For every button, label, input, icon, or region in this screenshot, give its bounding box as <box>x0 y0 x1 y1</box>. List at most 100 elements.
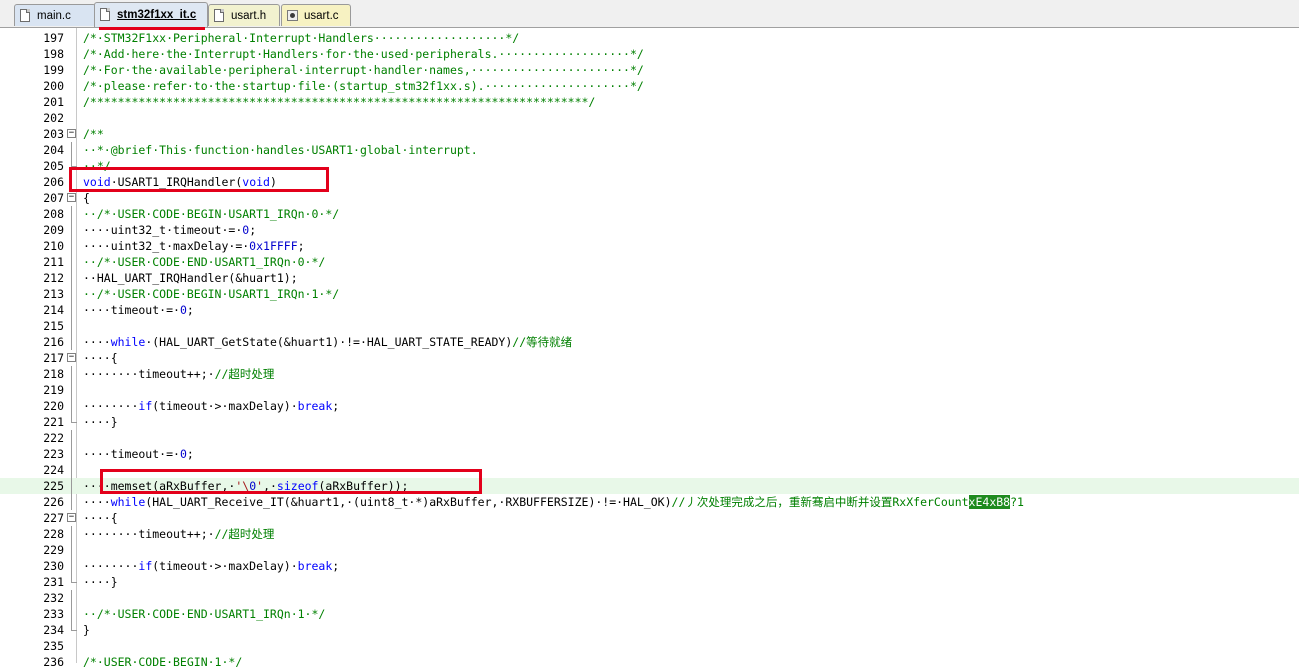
code-line[interactable]: 210 ····uint32_t·maxDelay·=·0x1FFFF; <box>0 238 1299 254</box>
fold-guide <box>71 334 72 350</box>
code-line[interactable]: 207−{ <box>0 190 1299 206</box>
code-line[interactable]: 205 ··*/ <box>0 158 1299 174</box>
line-number: 221 <box>43 415 64 429</box>
fold-guide <box>71 398 72 414</box>
fold-end-marker <box>71 574 77 583</box>
code-line[interactable]: 218 ········timeout++;·//超时处理 <box>0 366 1299 382</box>
line-number: 206 <box>43 175 64 189</box>
code-line[interactable]: 236 /*·USER·CODE·BEGIN·1·*/ <box>0 654 1299 670</box>
code-line[interactable]: 212 ··HAL_UART_IRQHandler(&huart1); <box>0 270 1299 286</box>
code-text: /*·Add·here·the·Interrupt·Handlers·for·t… <box>83 47 644 61</box>
tab-usart-h[interactable]: usart.h <box>208 4 280 26</box>
code-line[interactable]: 204 ··*·@brief·This·function·handles·USAR… <box>0 142 1299 158</box>
code-line[interactable]: 233 ··/*·USER·CODE·END·USART1_IRQn·1·*/ <box>0 606 1299 622</box>
code-line[interactable]: 235 <box>0 638 1299 654</box>
code-editor[interactable]: 197 /*·STM32F1xx·Peripheral·Interrupt·Han… <box>0 28 1299 669</box>
fold-guide <box>71 478 72 494</box>
code-line[interactable]: 214 ····timeout·=·0; <box>0 302 1299 318</box>
line-number: 226 <box>43 495 64 509</box>
line-number: 236 <box>43 655 64 669</box>
fold-guide <box>71 446 72 462</box>
fold-guide <box>71 494 72 510</box>
code-text: ··*·@brief·This·function·handles·USART1·… <box>83 143 478 157</box>
tab-label: stm32f1xx_it.c <box>117 9 197 21</box>
code-line[interactable]: 202 <box>0 110 1299 126</box>
tab-main-c[interactable]: main.c <box>14 4 96 26</box>
code-text: ····{ <box>83 351 118 365</box>
fold-guide <box>71 254 72 270</box>
code-line[interactable]: 229 <box>0 542 1299 558</box>
line-number: 231 <box>43 575 64 589</box>
code-line[interactable]: 230 ········if(timeout·>·maxDelay)·break; <box>0 558 1299 574</box>
line-number: 233 <box>43 607 64 621</box>
code-line[interactable]: 209 ····uint32_t·timeout·=·0; <box>0 222 1299 238</box>
code-text: ··/*·USER·CODE·BEGIN·USART1_IRQn·0·*/ <box>83 207 340 221</box>
code-line[interactable]: 213 ··/*·USER·CODE·BEGIN·USART1_IRQn·1·*/ <box>0 286 1299 302</box>
code-line[interactable]: 227− ····{ <box>0 510 1299 526</box>
code-line[interactable]: 200 /*·please·refer·to·the·startup·file·(… <box>0 78 1299 94</box>
tab-usart-c[interactable]: usart.c <box>281 4 351 26</box>
line-number: 218 <box>43 367 64 381</box>
code-line[interactable]: 211 ··/*·USER·CODE·END·USART1_IRQn·0·*/ <box>0 254 1299 270</box>
code-text: /*·USER·CODE·BEGIN·1·*/ <box>83 655 243 669</box>
code-line[interactable]: 225 ····memset(aRxBuffer,·'\0',·sizeof(aR… <box>0 478 1299 494</box>
line-number: 225 <box>43 479 64 493</box>
code-line[interactable]: 201 /************************************… <box>0 94 1299 110</box>
code-line[interactable]: 223 ····timeout·=·0; <box>0 446 1299 462</box>
fold-collapse-icon[interactable]: − <box>67 193 76 202</box>
fold-end-marker <box>71 414 77 423</box>
tab-stm32f1xx-it-c[interactable]: stm32f1xx_it.c <box>94 2 208 27</box>
code-line[interactable]: 228 ········timeout++;·//超时处理 <box>0 526 1299 542</box>
code-line[interactable]: 226 ····while(HAL_UART_Receive_IT(&huart1… <box>0 494 1299 510</box>
line-number: 213 <box>43 287 64 301</box>
line-number: 198 <box>43 47 64 61</box>
code-line[interactable]: 219 <box>0 382 1299 398</box>
fold-guide <box>71 302 72 318</box>
code-text: ····uint32_t·maxDelay·=·0x1FFFF; <box>83 239 305 253</box>
line-number: 223 <box>43 447 64 461</box>
c-file-icon <box>20 9 30 22</box>
line-number: 220 <box>43 399 64 413</box>
line-number: 204 <box>43 143 64 157</box>
code-text: ········if(timeout·>·maxDelay)·break; <box>83 399 340 413</box>
code-line[interactable]: 222 <box>0 430 1299 446</box>
code-text: } <box>83 623 90 637</box>
code-line[interactable]: 206 void·USART1_IRQHandler(void) <box>0 174 1299 190</box>
code-line[interactable]: 199 /*·For·the·available·peripheral·inter… <box>0 62 1299 78</box>
fold-guide <box>71 526 72 542</box>
fold-collapse-icon[interactable]: − <box>67 513 76 522</box>
code-line[interactable]: 197 /*·STM32F1xx·Peripheral·Interrupt·Han… <box>0 30 1299 46</box>
code-line[interactable]: 198 /*·Add·here·the·Interrupt·Handlers·fo… <box>0 46 1299 62</box>
fold-guide <box>71 174 72 190</box>
line-number: 216 <box>43 335 64 349</box>
code-text: ····while(HAL_UART_Receive_IT(&huart1,·(… <box>83 495 969 509</box>
h-file-icon <box>214 9 224 22</box>
code-line[interactable]: 217− ····{ <box>0 350 1299 366</box>
code-line[interactable]: 232 <box>0 590 1299 606</box>
c-gear-file-icon <box>287 10 298 21</box>
code-line[interactable]: 231 ····} <box>0 574 1299 590</box>
code-line[interactable]: 220 ········if(timeout·>·maxDelay)·break; <box>0 398 1299 414</box>
code-line[interactable]: 216 ····while·(HAL_UART_GetState(&huart1)… <box>0 334 1299 350</box>
code-line[interactable]: 234} <box>0 622 1299 638</box>
fold-collapse-icon[interactable]: − <box>67 353 76 362</box>
code-text: /***************************************… <box>83 95 596 109</box>
fold-guide <box>71 382 72 398</box>
line-number: 200 <box>43 79 64 93</box>
fold-collapse-icon[interactable]: − <box>67 129 76 138</box>
garbled-tail: xE4xB8?1 <box>968 494 1024 510</box>
code-line[interactable]: 215 <box>0 318 1299 334</box>
fold-guide <box>71 366 72 382</box>
line-number: 228 <box>43 527 64 541</box>
code-text: /** <box>83 127 104 141</box>
code-line[interactable]: 224 <box>0 462 1299 478</box>
code-line[interactable]: 203−/** <box>0 126 1299 142</box>
code-line[interactable]: 208 ··/*·USER·CODE·BEGIN·USART1_IRQn·0·*/ <box>0 206 1299 222</box>
line-number: 210 <box>43 239 64 253</box>
fold-guide <box>71 462 72 478</box>
fold-guide <box>71 270 72 286</box>
line-number: 235 <box>43 639 64 653</box>
code-line[interactable]: 221 ····} <box>0 414 1299 430</box>
line-number: 222 <box>43 431 64 445</box>
line-number: 202 <box>43 111 64 125</box>
